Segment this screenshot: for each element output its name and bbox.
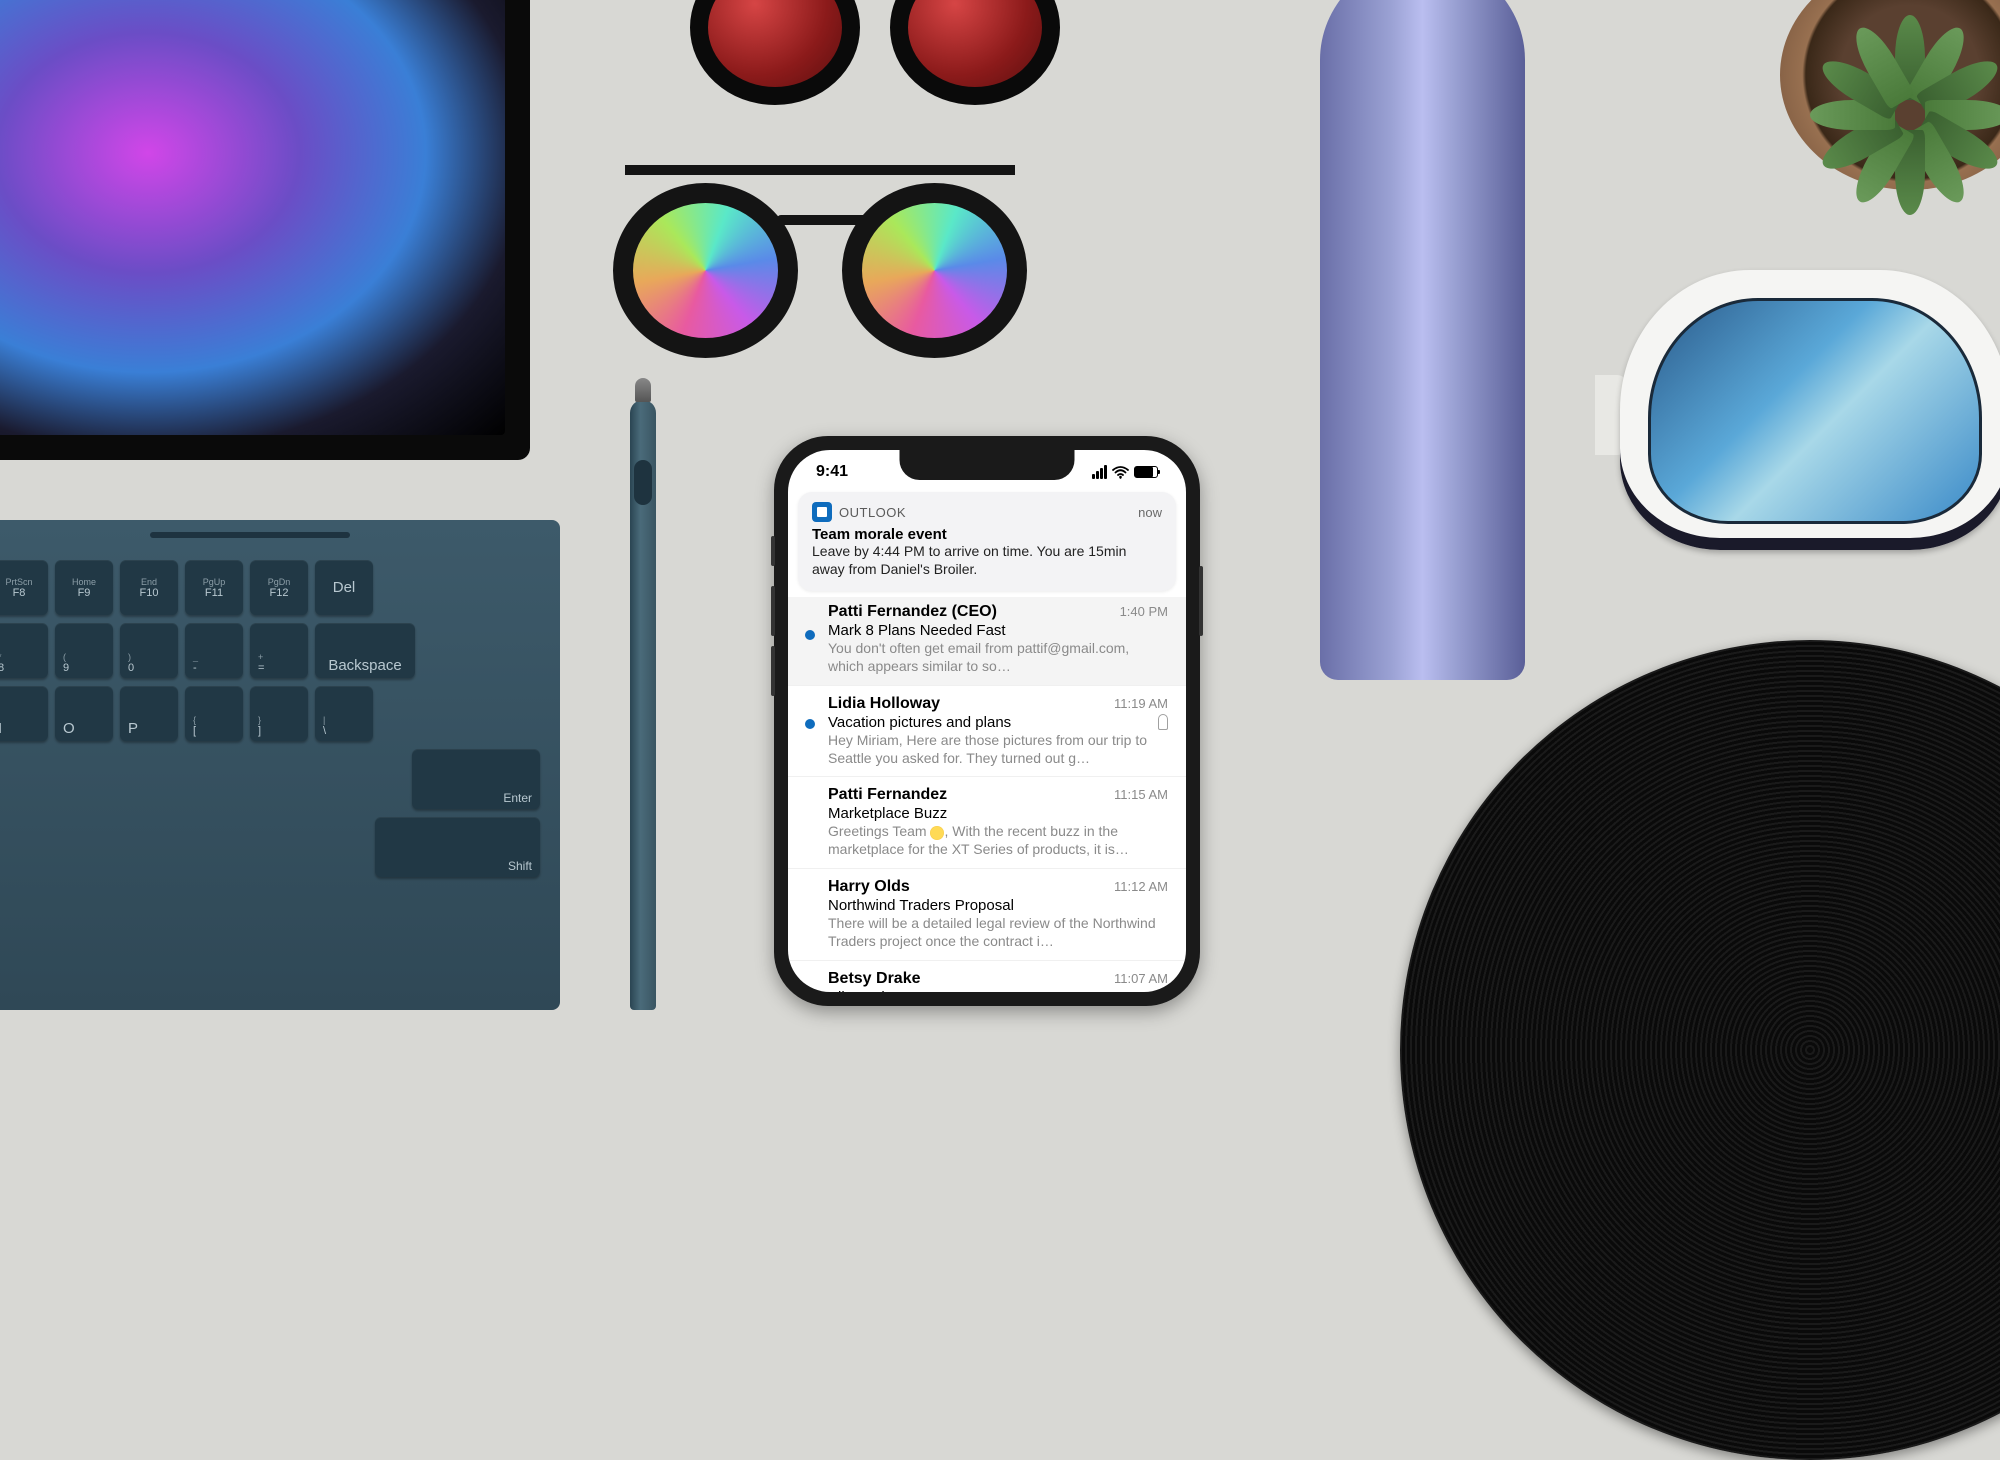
keyboard-key[interactable]: PgDnF12 bbox=[250, 560, 308, 615]
email-sender: Patti Fernandez (CEO) bbox=[828, 603, 997, 621]
keyboard-key[interactable]: O bbox=[55, 686, 113, 741]
tablet-screen bbox=[0, 0, 505, 435]
email-sender: Harry Olds bbox=[828, 878, 910, 896]
attachment-icon bbox=[1158, 714, 1168, 730]
email-subject: All Hands bbox=[828, 989, 892, 992]
email-preview: There will be a detailed legal review of… bbox=[828, 915, 1168, 951]
keyboard-key[interactable]: {[ bbox=[185, 686, 243, 741]
push-notification[interactable]: OUTLOOK now Team morale event Leave by 4… bbox=[798, 492, 1176, 591]
unread-dot-icon bbox=[805, 630, 815, 640]
email-sender: Patti Fernandez bbox=[828, 786, 947, 804]
email-time: 11:15 AM bbox=[1114, 787, 1168, 802]
phone-notch bbox=[900, 450, 1075, 480]
status-time: 9:41 bbox=[816, 463, 848, 481]
notification-time: now bbox=[1138, 505, 1162, 520]
wifi-icon bbox=[1112, 466, 1129, 479]
email-time: 1:40 PM bbox=[1120, 604, 1168, 619]
iphone-device: 9:41 OUTLOOK now Team morale event Leave… bbox=[774, 436, 1200, 1006]
keyboard-key[interactable]: (9 bbox=[55, 623, 113, 678]
keyboard-key[interactable]: )0 bbox=[120, 623, 178, 678]
email-subject: Northwind Traders Proposal bbox=[828, 897, 1014, 914]
keyboard-key[interactable]: |\ bbox=[315, 686, 373, 741]
sunglasses-red bbox=[690, 0, 1060, 120]
email-subject: Vacation pictures and plans bbox=[828, 714, 1011, 731]
potted-plant bbox=[1780, 0, 2000, 190]
email-subject: Marketplace Buzz bbox=[828, 805, 947, 822]
email-item[interactable]: Betsy Drake 11:07 AM All Hands bbox=[788, 961, 1186, 992]
email-item[interactable]: Patti Fernandez (CEO) 1:40 PM Mark 8 Plans… bbox=[788, 597, 1186, 686]
keyboard-key[interactable]: HomeF9 bbox=[55, 560, 113, 615]
stylus-pen bbox=[630, 400, 656, 1010]
notification-app-name: OUTLOOK bbox=[839, 505, 906, 520]
email-sender: Betsy Drake bbox=[828, 970, 921, 988]
keyboard-key[interactable]: I bbox=[0, 686, 48, 741]
outlook-app-icon bbox=[812, 502, 832, 522]
keyboard-key[interactable]: Del bbox=[315, 560, 373, 615]
keyboard-key[interactable]: Backspace bbox=[315, 623, 415, 678]
email-time: 11:19 AM bbox=[1114, 696, 1168, 711]
notification-title: Team morale event bbox=[812, 526, 1162, 543]
unread-dot-icon bbox=[805, 719, 815, 729]
email-time: 11:07 AM bbox=[1114, 971, 1168, 986]
email-item[interactable]: Patti Fernandez 11:15 AM Marketplace BuzzG… bbox=[788, 777, 1186, 869]
keyboard-key[interactable]: *8 bbox=[0, 623, 48, 678]
keyboard-key[interactable]: += bbox=[250, 623, 308, 678]
email-preview: Greetings Team , With the recent buzz in… bbox=[828, 823, 1168, 859]
email-item[interactable]: Harry Olds 11:12 AM Northwind Traders Prop… bbox=[788, 869, 1186, 961]
vinyl-record bbox=[1400, 640, 2000, 1460]
keyboard-key[interactable]: Enter bbox=[412, 749, 540, 809]
email-subject: Mark 8 Plans Needed Fast bbox=[828, 622, 1006, 639]
keyboard-key[interactable]: PgUpF11 bbox=[185, 560, 243, 615]
keyboard-key[interactable]: }] bbox=[250, 686, 308, 741]
keyboard-key[interactable]: P bbox=[120, 686, 178, 741]
email-time: 11:12 AM bbox=[1114, 879, 1168, 894]
battery-icon bbox=[1134, 466, 1158, 478]
sunglasses-iridescent bbox=[605, 155, 1035, 365]
keyboard-key[interactable]: EndF10 bbox=[120, 560, 178, 615]
signal-icon bbox=[1092, 465, 1107, 479]
tablet-device bbox=[0, 0, 530, 460]
keyboard-key[interactable]: PrtScnF8 bbox=[0, 560, 48, 615]
keyboard-key[interactable]: Shift bbox=[375, 817, 540, 877]
phone-screen: 9:41 OUTLOOK now Team morale event Leave… bbox=[788, 450, 1186, 992]
email-sender: Lidia Holloway bbox=[828, 695, 940, 713]
email-preview: You don't often get email from pattif@gm… bbox=[828, 640, 1168, 676]
email-preview: Hey Miriam, Here are those pictures from… bbox=[828, 732, 1168, 768]
ski-goggles bbox=[1620, 260, 2000, 580]
inbox-list[interactable]: Patti Fernandez (CEO) 1:40 PM Mark 8 Plans… bbox=[788, 591, 1186, 992]
notification-body: Leave by 4:44 PM to arrive on time. You … bbox=[812, 543, 1162, 579]
water-bottle bbox=[1320, 0, 1525, 680]
surface-keyboard: PrtScnF8HomeF9EndF10PgUpF11PgDnF12Del *8(… bbox=[0, 520, 560, 1010]
keyboard-key[interactable]: _- bbox=[185, 623, 243, 678]
email-item[interactable]: Lidia Holloway 11:19 AM Vacation pictures … bbox=[788, 686, 1186, 778]
